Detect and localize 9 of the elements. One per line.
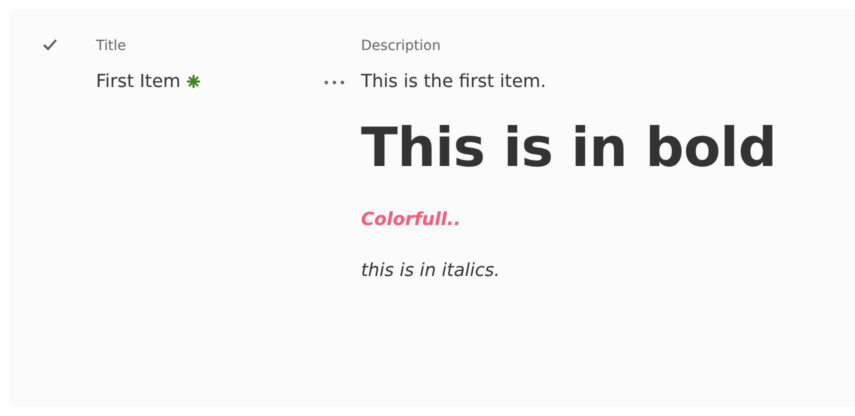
column-header[interactable]: Description: [361, 10, 855, 56]
description-text: Colorfull..: [361, 209, 462, 230]
description-text: this is in italics.: [361, 260, 501, 281]
check-icon[interactable]: [43, 39, 57, 51]
column-header[interactable]: Title: [96, 10, 361, 56]
description-text: This is the first item.: [361, 71, 548, 92]
description-heading: This is in bold: [361, 116, 778, 179]
more-options-button[interactable]: •••: [322, 74, 347, 92]
item-title[interactable]: First Item: [96, 71, 200, 92]
